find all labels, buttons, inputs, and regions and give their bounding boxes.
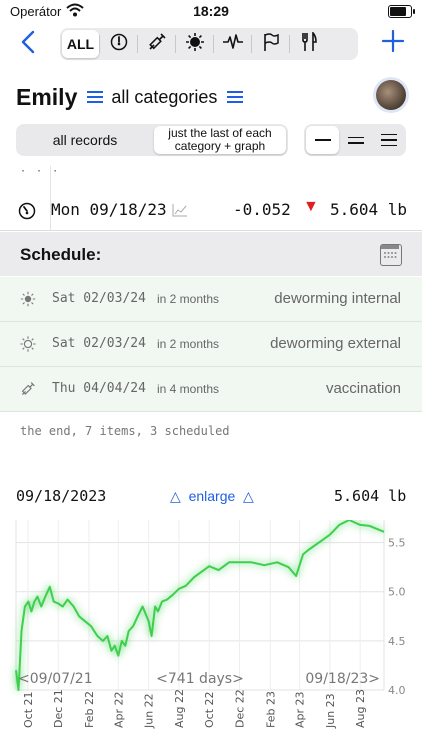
enlarge-chart-button[interactable]: △ enlarge △ bbox=[170, 488, 254, 505]
x-tick-label: Apr 23 bbox=[294, 691, 307, 728]
status-bar: Operátor 18:29 bbox=[0, 0, 422, 24]
filter-health-button[interactable] bbox=[214, 28, 251, 60]
x-tick-label: Jun 23 bbox=[324, 693, 337, 729]
triangle-up-icon: △ bbox=[243, 488, 254, 504]
x-tick-label: Dec 21 bbox=[52, 689, 65, 728]
filter-all-button[interactable]: ALL bbox=[62, 30, 99, 58]
sun-icon bbox=[20, 336, 36, 357]
weight-chart[interactable]: 5.5 5.0 4.5 4.0 Oct 21 Dec 21 Feb 22 Apr 22 Jun… bbox=[0, 520, 422, 750]
view-last-each-option[interactable]: just the last of each category + graph bbox=[154, 126, 286, 154]
x-tick-label: Feb 22 bbox=[83, 691, 96, 728]
category-filter-bar: ALL bbox=[60, 28, 358, 60]
y-tick-label: 4.5 bbox=[388, 635, 406, 648]
schedule-relative: in 2 months bbox=[157, 337, 220, 351]
chart-value: 5.604 lb bbox=[334, 487, 407, 505]
filter-food-button[interactable] bbox=[290, 28, 327, 60]
filter-deworming-button[interactable] bbox=[176, 28, 213, 60]
schedule-date: Sat 02/03/24 bbox=[52, 336, 146, 351]
schedule-date: Sat 02/03/24 bbox=[52, 291, 146, 306]
schedule-date: Thu 04/04/24 bbox=[52, 381, 146, 396]
schedule-item[interactable]: Sat 02/03/24 in 2 months deworming exter… bbox=[0, 322, 422, 367]
weight-series-line bbox=[15, 520, 385, 691]
filter-event-button[interactable] bbox=[252, 28, 289, 60]
schedule-relative: in 2 months bbox=[157, 292, 220, 306]
enlarge-label: enlarge bbox=[188, 488, 236, 504]
heartbeat-icon bbox=[222, 33, 244, 56]
schedule-item[interactable]: Sat 02/03/24 in 2 months deworming inter… bbox=[0, 277, 422, 322]
record-date: Mon 09/18/23 bbox=[51, 200, 167, 219]
category-menu-button[interactable] bbox=[227, 88, 244, 106]
schedule-item[interactable]: Thu 04/04/24 in 4 months vaccination bbox=[0, 367, 422, 412]
chart-date: 09/18/2023 bbox=[16, 487, 107, 505]
range-days-label: <741 days> bbox=[156, 671, 244, 687]
weight-record-row[interactable]: Mon 09/18/23 -0.052 ▼ 5.604 lb bbox=[0, 166, 422, 231]
add-record-button[interactable] bbox=[381, 28, 405, 58]
schedule-title: Schedule: bbox=[20, 245, 102, 264]
range-end-label: 09/18/23> bbox=[305, 671, 380, 687]
x-tick-label: Aug 22 bbox=[173, 689, 186, 728]
schedule-name: deworming internal bbox=[274, 290, 401, 307]
x-tick-label: Oct 21 bbox=[22, 691, 35, 728]
y-tick-label: 5.5 bbox=[388, 537, 406, 550]
flag-icon bbox=[262, 32, 280, 57]
pet-name: Emily bbox=[16, 83, 78, 110]
x-tick-label: Oct 22 bbox=[203, 691, 216, 728]
x-tick-label: Jun 22 bbox=[143, 693, 156, 729]
record-delta: -0.052 bbox=[233, 200, 291, 219]
schedule-name: deworming external bbox=[270, 335, 401, 352]
schedule-name: vaccination bbox=[325, 380, 401, 397]
row-density-control bbox=[304, 124, 406, 156]
avatar[interactable] bbox=[376, 80, 406, 110]
range-start-label: <09/07/21 bbox=[18, 671, 93, 687]
scale-icon bbox=[18, 202, 36, 225]
scale-icon bbox=[110, 33, 128, 56]
x-tick-label: Dec 22 bbox=[233, 689, 246, 728]
y-tick-label: 5.0 bbox=[388, 586, 406, 599]
category-label[interactable]: all categories bbox=[111, 87, 217, 108]
syringe-icon bbox=[147, 32, 167, 57]
syringe-icon bbox=[20, 381, 36, 402]
density-single-option[interactable] bbox=[306, 126, 340, 154]
fork-knife-icon bbox=[300, 30, 318, 57]
battery-icon bbox=[388, 5, 415, 18]
density-double-option[interactable] bbox=[339, 124, 372, 156]
y-tick-label: 4.0 bbox=[388, 684, 406, 697]
clock: 18:29 bbox=[193, 3, 229, 19]
schedule-relative: in 4 months bbox=[157, 382, 220, 396]
filter-vaccination-button[interactable] bbox=[138, 28, 175, 60]
divider bbox=[50, 166, 51, 230]
list-footer-note: the end, 7 items, 3 scheduled bbox=[20, 424, 230, 438]
pet-menu-button[interactable] bbox=[87, 88, 104, 106]
calendar-icon[interactable] bbox=[380, 244, 402, 266]
sparkline-icon bbox=[172, 203, 188, 222]
view-all-records-option[interactable]: all records bbox=[16, 124, 154, 156]
x-tick-label: Apr 22 bbox=[112, 691, 125, 728]
scroll-indicator: · · · bbox=[20, 166, 61, 177]
triangle-up-icon: △ bbox=[170, 488, 181, 504]
view-mode-control: all records just the last of each catego… bbox=[16, 124, 288, 156]
x-tick-label: Feb 23 bbox=[264, 691, 277, 728]
title-row: Emily all categories bbox=[16, 80, 251, 114]
filter-weight-button[interactable] bbox=[100, 28, 137, 60]
density-triple-option[interactable] bbox=[373, 124, 406, 156]
x-tick-label: Aug 23 bbox=[354, 689, 367, 728]
filter-all-label: ALL bbox=[66, 36, 95, 52]
back-button[interactable] bbox=[20, 30, 46, 58]
down-arrow-icon: ▼ bbox=[303, 198, 319, 215]
record-value: 5.604 lb bbox=[330, 200, 408, 219]
virus-icon bbox=[20, 291, 36, 312]
schedule-header: Schedule: bbox=[0, 232, 422, 276]
virus-icon bbox=[185, 32, 205, 57]
